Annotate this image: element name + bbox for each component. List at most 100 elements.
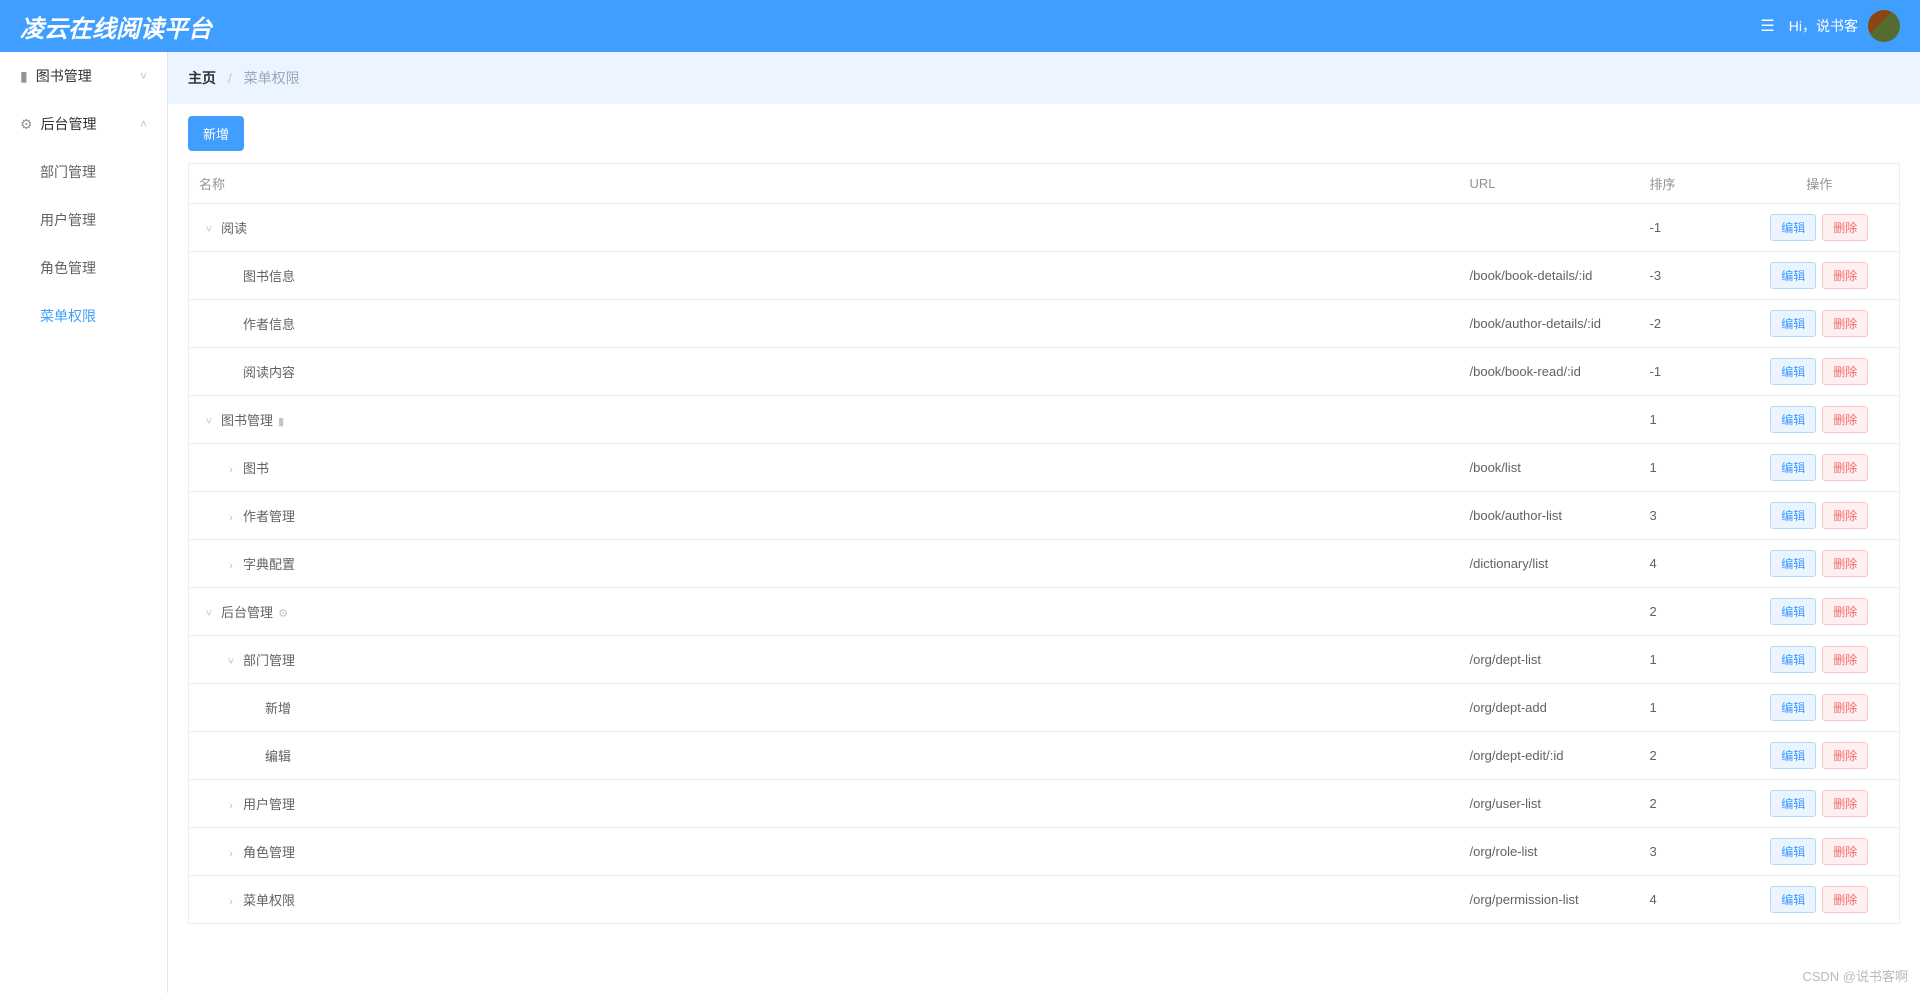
row-url: /org/dept-edit/:id [1460,732,1640,780]
table-row: 阅读内容/book/book-read/:id-1编辑删除 [189,348,1900,396]
edit-button[interactable]: 编辑 [1770,406,1816,433]
row-url: /book/list [1460,444,1640,492]
edit-button[interactable]: 编辑 [1770,646,1816,673]
row-url: /org/dept-add [1460,684,1640,732]
delete-button[interactable]: 删除 [1822,502,1868,529]
collapse-icon[interactable]: ˅ [203,224,215,236]
row-sort: 2 [1640,780,1740,828]
edit-button[interactable]: 编辑 [1770,214,1816,241]
row-name: 菜单权限 [243,893,295,908]
app-logo: 凌云在线阅读平台 [20,9,212,44]
edit-button[interactable]: 编辑 [1770,598,1816,625]
table-row: ˅后台管理 ⚙2编辑删除 [189,588,1900,636]
table-row: 图书信息/book/book-details/:id-3编辑删除 [189,252,1900,300]
sidebar-item-label: 菜单权限 [40,306,96,326]
sidebar-item-菜单权限[interactable]: 菜单权限 [0,292,167,340]
expand-icon[interactable]: › [225,512,237,524]
sidebar-item-label: 用户管理 [40,210,96,230]
expand-icon[interactable]: › [225,464,237,476]
book-icon: ▮ [20,68,28,85]
edit-button[interactable]: 编辑 [1770,742,1816,769]
delete-button[interactable]: 删除 [1822,310,1868,337]
edit-button[interactable]: 编辑 [1770,310,1816,337]
delete-button[interactable]: 删除 [1822,550,1868,577]
row-url [1460,396,1640,444]
sidebar-item-label: 部门管理 [40,162,96,182]
row-name: 后台管理 [221,605,273,620]
gear-icon: ⚙ [20,116,33,133]
table-row: 作者信息/book/author-details/:id-2编辑删除 [189,300,1900,348]
delete-button[interactable]: 删除 [1822,646,1868,673]
watermark: CSDN @说书客啊 [1802,966,1908,985]
breadcrumb-separator: / [228,70,232,86]
row-name: 用户管理 [243,797,295,812]
edit-button[interactable]: 编辑 [1770,262,1816,289]
edit-button[interactable]: 编辑 [1770,886,1816,913]
table-row: ›字典配置/dictionary/list4编辑删除 [189,540,1900,588]
menu-icon[interactable]: ☰ [1760,16,1774,36]
edit-button[interactable]: 编辑 [1770,550,1816,577]
row-sort: 3 [1640,492,1740,540]
sidebar: ▮图书管理˅ ⚙ 后台管理 ˄ 部门管理用户管理角色管理菜单权限 [0,52,168,993]
sidebar-item-label: 后台管理 [41,114,97,134]
row-url: /org/role-list [1460,828,1640,876]
row-sort: 1 [1640,396,1740,444]
table-row: ˅部门管理/org/dept-list1编辑删除 [189,636,1900,684]
collapse-icon[interactable]: ˅ [203,416,215,428]
chevron-up-icon: ˄ [140,117,147,131]
collapse-icon[interactable]: ˅ [225,656,237,668]
breadcrumb-current: 菜单权限 [244,70,300,86]
row-url: /org/user-list [1460,780,1640,828]
user-greeting: Hi，说书客 [1789,16,1858,36]
delete-button[interactable]: 删除 [1822,598,1868,625]
edit-button[interactable]: 编辑 [1770,790,1816,817]
row-url: /org/permission-list [1460,876,1640,924]
expand-icon[interactable]: › [225,896,237,908]
table-row: 新增/org/dept-add1编辑删除 [189,684,1900,732]
user-area[interactable]: ☰ Hi，说书客 [1760,10,1900,42]
sidebar-item-用户管理[interactable]: 用户管理 [0,196,167,244]
row-sort: -1 [1640,204,1740,252]
chevron-down-icon: ˅ [140,69,147,83]
sidebar-item-角色管理[interactable]: 角色管理 [0,244,167,292]
sidebar-item-后台管理[interactable]: ⚙ 后台管理 ˄ [0,100,167,148]
avatar[interactable] [1868,10,1900,42]
delete-button[interactable]: 删除 [1822,886,1868,913]
edit-button[interactable]: 编辑 [1770,454,1816,481]
top-header: 凌云在线阅读平台 ☰ Hi，说书客 [0,0,1920,52]
edit-button[interactable]: 编辑 [1770,838,1816,865]
col-url: URL [1460,164,1640,204]
expand-icon[interactable]: › [225,848,237,860]
breadcrumb: 主页 / 菜单权限 [168,52,1920,104]
delete-button[interactable]: 删除 [1822,358,1868,385]
expand-icon[interactable]: › [225,800,237,812]
expand-icon[interactable]: › [225,560,237,572]
delete-button[interactable]: 删除 [1822,742,1868,769]
row-url: /book/book-details/:id [1460,252,1640,300]
delete-button[interactable]: 删除 [1822,790,1868,817]
delete-button[interactable]: 删除 [1822,454,1868,481]
row-sort: 2 [1640,732,1740,780]
row-sort: 1 [1640,684,1740,732]
edit-button[interactable]: 编辑 [1770,358,1816,385]
edit-button[interactable]: 编辑 [1770,694,1816,721]
sidebar-item-图书管理[interactable]: ▮图书管理˅ [0,52,167,100]
delete-button[interactable]: 删除 [1822,214,1868,241]
row-sort: 4 [1640,876,1740,924]
delete-button[interactable]: 删除 [1822,694,1868,721]
row-name: 图书 [243,461,269,476]
breadcrumb-home[interactable]: 主页 [188,70,216,86]
edit-button[interactable]: 编辑 [1770,502,1816,529]
row-url: /org/dept-list [1460,636,1640,684]
row-name: 部门管理 [243,653,295,668]
row-extra-icon: ⚙ [275,608,288,620]
table-row: 编辑/org/dept-edit/:id2编辑删除 [189,732,1900,780]
sidebar-item-部门管理[interactable]: 部门管理 [0,148,167,196]
add-button[interactable]: 新增 [188,116,244,151]
delete-button[interactable]: 删除 [1822,262,1868,289]
delete-button[interactable]: 删除 [1822,406,1868,433]
collapse-icon[interactable]: ˅ [203,608,215,620]
delete-button[interactable]: 删除 [1822,838,1868,865]
row-name: 阅读 [221,221,247,236]
table-row: › 用户管理/org/user-list2 编辑删除 [189,780,1900,828]
